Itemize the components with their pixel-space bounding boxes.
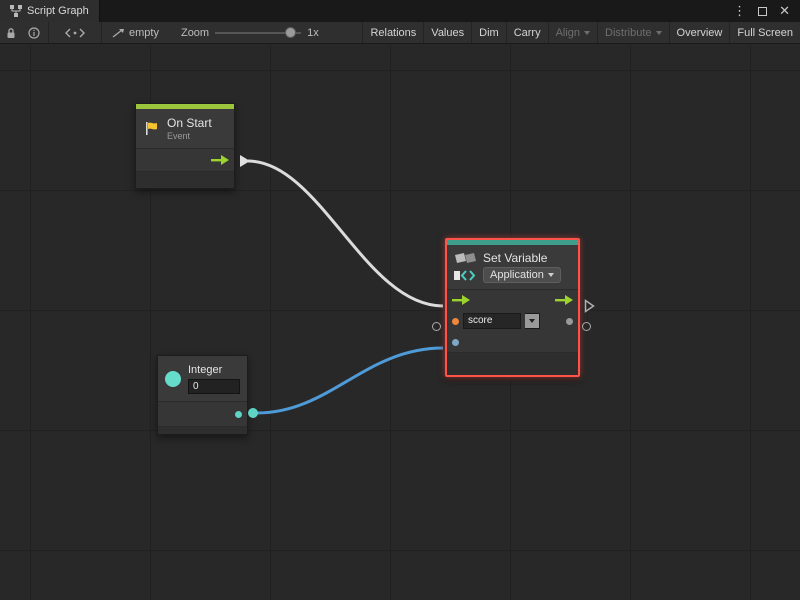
flow-input-port[interactable] xyxy=(452,294,470,306)
flag-icon xyxy=(143,120,160,137)
integer-type-icon xyxy=(165,371,181,387)
node-subtitle: Event xyxy=(167,131,212,141)
unconnected-value-port-left[interactable] xyxy=(432,322,441,331)
flow-output-port[interactable] xyxy=(555,294,573,306)
value-wire[interactable] xyxy=(257,348,443,413)
zoom-value: 1x xyxy=(307,27,319,39)
node-title: Set Variable xyxy=(483,251,547,265)
node-title: On Start xyxy=(167,116,212,130)
chevron-down-icon xyxy=(529,319,535,323)
node-title: Integer xyxy=(188,364,240,376)
empty-label: empty xyxy=(129,27,159,39)
node-footer xyxy=(136,171,234,188)
value-input-port[interactable] xyxy=(452,339,459,346)
zoom-slider[interactable] xyxy=(215,22,301,44)
values-button[interactable]: Values xyxy=(423,22,471,43)
carry-button[interactable]: Carry xyxy=(506,22,548,43)
node-integer[interactable]: Integer 0 xyxy=(157,355,248,435)
flow-port-row xyxy=(447,290,578,310)
integer-value-field[interactable]: 0 xyxy=(188,379,240,394)
toolbar-separator xyxy=(101,22,102,43)
chevron-down-icon xyxy=(656,31,662,35)
unconnected-value-port-right[interactable] xyxy=(582,322,591,331)
overview-button[interactable]: Overview xyxy=(669,22,730,43)
chevron-down-icon xyxy=(584,31,590,35)
toolbar-separator xyxy=(48,22,49,43)
dim-button[interactable]: Dim xyxy=(471,22,506,43)
align-button: Align xyxy=(548,22,597,43)
maximize-icon[interactable] xyxy=(758,7,767,16)
node-footer xyxy=(158,426,247,434)
port-row xyxy=(158,402,247,426)
graph-pointer-chip[interactable]: empty xyxy=(104,27,167,39)
unity-window: Script Graph ⋮ ✕ xyxy=(0,0,800,600)
toolbar-buttons: Relations Values Dim Carry Align Distrib… xyxy=(362,22,800,43)
zoom-label: Zoom xyxy=(181,27,209,39)
variables-icon xyxy=(453,252,477,265)
relation-arrow-icon xyxy=(112,28,125,38)
variable-name-dropdown[interactable] xyxy=(525,313,540,329)
lock-icon[interactable] xyxy=(0,22,22,43)
window-controls: ⋮ ✕ xyxy=(723,0,800,22)
port-row xyxy=(136,149,234,171)
info-icon[interactable] xyxy=(22,22,46,43)
connected-integer-port-marker[interactable] xyxy=(248,408,258,418)
node-header: On Start Event xyxy=(136,109,234,149)
name-input-port[interactable] xyxy=(452,318,459,325)
node-header: Set Variable Application xyxy=(447,245,578,290)
zoom-slider-handle[interactable] xyxy=(285,27,296,38)
node-on-start[interactable]: On Start Event xyxy=(135,103,235,189)
code-view-icon[interactable] xyxy=(51,22,99,43)
node-footer xyxy=(447,352,578,375)
variable-name-field[interactable]: score xyxy=(463,313,521,329)
distribute-button: Distribute xyxy=(597,22,668,43)
relations-button[interactable]: Relations xyxy=(362,22,423,43)
value-output-port[interactable] xyxy=(566,318,573,325)
variable-scope-dropdown[interactable]: Application xyxy=(483,267,561,283)
wires-layer xyxy=(0,44,800,600)
graph-icon xyxy=(10,5,22,17)
menu-icon[interactable]: ⋮ xyxy=(733,0,746,22)
unconnected-flow-port-marker[interactable] xyxy=(584,299,595,313)
integer-output-port[interactable] xyxy=(235,411,242,418)
flow-output-port[interactable] xyxy=(211,154,229,166)
value-port-row xyxy=(447,332,578,352)
tab-title: Script Graph xyxy=(27,5,89,17)
chevron-down-icon xyxy=(548,273,554,277)
connected-flow-port-marker[interactable] xyxy=(239,154,251,168)
flow-wire[interactable] xyxy=(248,161,443,306)
code-brackets-icon xyxy=(453,269,477,282)
titlebar: Script Graph ⋮ ✕ xyxy=(0,0,800,22)
graph-canvas[interactable]: On Start Event S xyxy=(0,44,800,600)
node-set-variable[interactable]: Set Variable Application xyxy=(445,238,580,377)
node-header: Integer 0 xyxy=(158,356,247,402)
name-port-row: score xyxy=(447,310,578,332)
close-icon[interactable]: ✕ xyxy=(779,0,790,22)
tab-script-graph[interactable]: Script Graph xyxy=(0,0,100,22)
graph-toolbar: empty Zoom 1x Relations Values Dim Carry… xyxy=(0,22,800,44)
fullscreen-button[interactable]: Full Screen xyxy=(729,22,800,43)
